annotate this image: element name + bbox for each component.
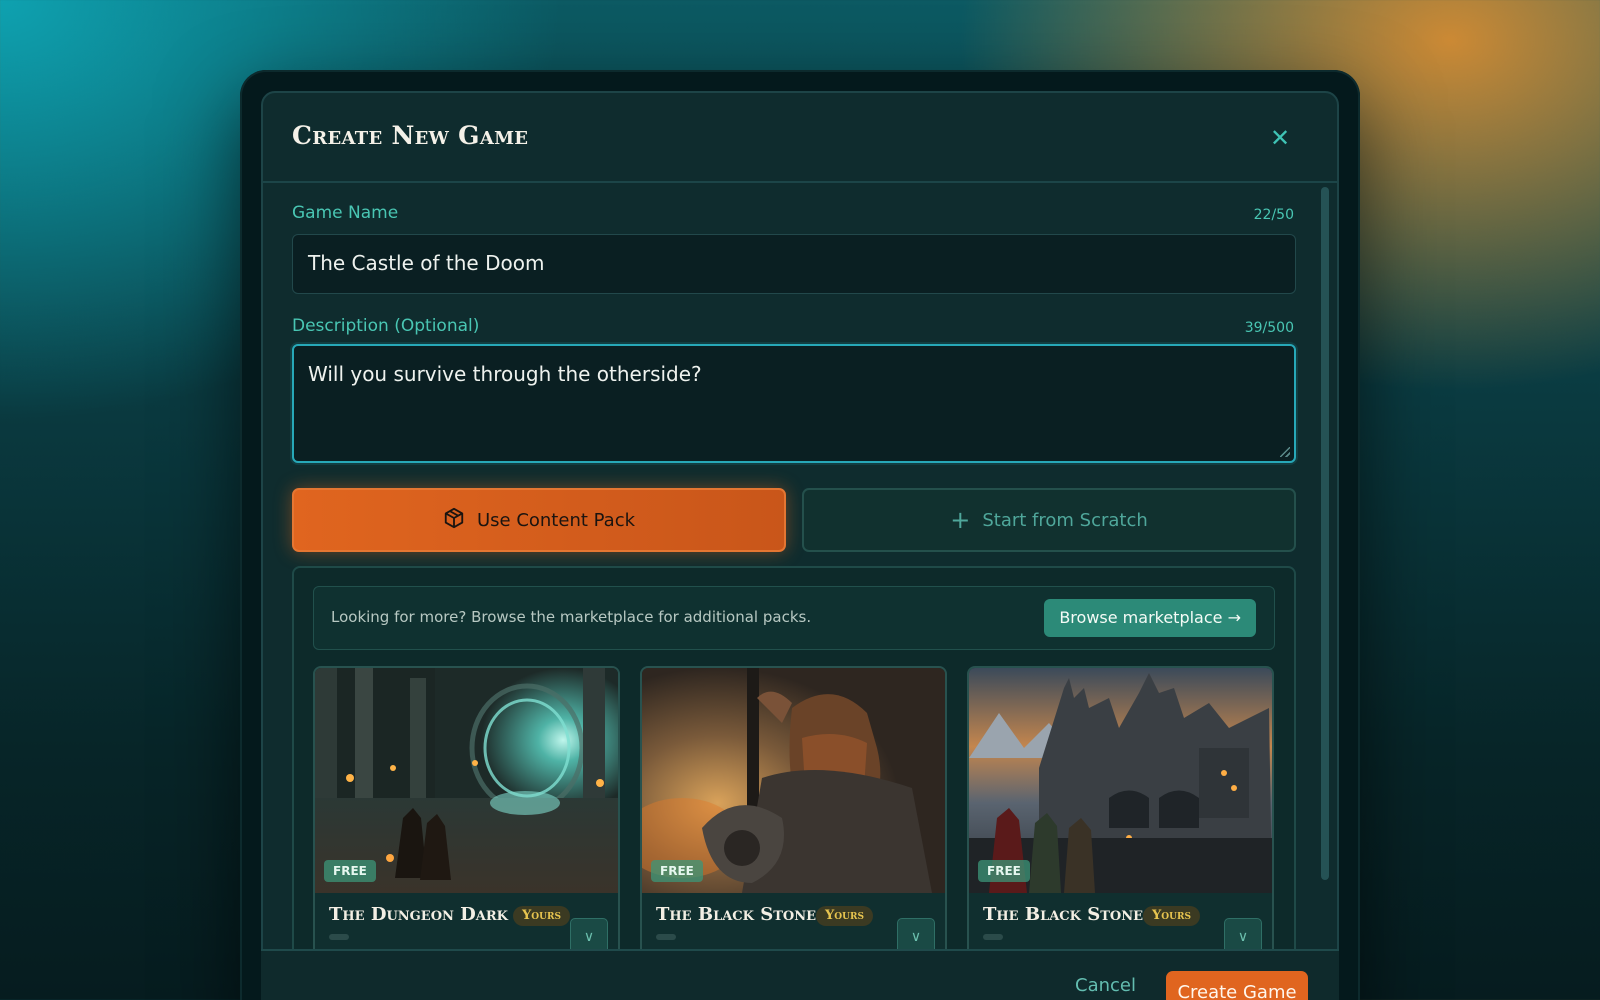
close-icon[interactable]: ✕ xyxy=(1267,125,1293,151)
pack-title: The Black Stone xyxy=(983,904,1143,925)
browse-marketplace-button[interactable]: Browse marketplace → xyxy=(1044,599,1256,637)
marketplace-text: Looking for more? Browse the marketplace… xyxy=(331,608,812,626)
pack-subtitle-placeholder xyxy=(329,934,349,940)
yours-badge: Yours xyxy=(1143,906,1200,926)
use-content-pack-label: Use Content Pack xyxy=(476,509,636,531)
content-pack-panel: Looking for more? Browse the marketplace… xyxy=(292,566,1296,966)
package-icon xyxy=(443,507,465,534)
free-badge: FREE xyxy=(324,860,376,882)
pack-subtitle-placeholder xyxy=(983,934,1003,940)
create-game-dialog: Create New Game ✕ Game Name 22/50 The Ca… xyxy=(261,91,1339,1000)
description-textarea[interactable]: Will you survive through the otherside? xyxy=(292,344,1296,463)
game-name-counter: 22/50 xyxy=(1253,207,1294,223)
description-label: Description (Optional) xyxy=(292,316,480,336)
game-name-input[interactable]: The Castle of the Doom xyxy=(292,234,1296,294)
resize-grip-icon[interactable] xyxy=(1280,447,1290,457)
pack-card-dungeon-dark[interactable]: FREE The Dungeon Dark Yours ∨ xyxy=(313,666,620,966)
yours-badge: Yours xyxy=(513,906,570,926)
pack-subtitle-placeholder xyxy=(656,934,676,940)
start-from-scratch-button[interactable]: + Start from Scratch xyxy=(802,488,1296,552)
free-badge: FREE xyxy=(978,860,1030,882)
dialog-header: Create New Game ✕ xyxy=(263,93,1337,183)
pack-title: The Black Stone xyxy=(656,904,816,925)
free-badge: FREE xyxy=(651,860,703,882)
dialog-title: Create New Game xyxy=(292,121,529,150)
create-game-button[interactable]: Create Game xyxy=(1166,971,1308,1000)
pack-title: The Dungeon Dark xyxy=(329,904,508,925)
yours-badge: Yours xyxy=(816,906,873,926)
cancel-button[interactable]: Cancel xyxy=(1075,975,1136,996)
use-content-pack-button[interactable]: Use Content Pack xyxy=(292,488,786,552)
scrollbar[interactable] xyxy=(1321,187,1329,880)
description-counter: 39/500 xyxy=(1244,320,1294,336)
pack-card-black-stone-2[interactable]: FREE The Black Stone Yours ∨ xyxy=(967,666,1274,966)
description-text: Will you survive through the otherside? xyxy=(308,362,702,386)
pack-card-black-stone-1[interactable]: FREE The Black Stone Yours ∨ xyxy=(640,666,947,966)
game-name-label: Game Name xyxy=(292,203,399,223)
plus-icon: + xyxy=(950,506,971,534)
dialog-body[interactable]: Game Name 22/50 The Castle of the Doom D… xyxy=(263,185,1337,1000)
marketplace-banner: Looking for more? Browse the marketplace… xyxy=(313,586,1275,650)
dialog-footer: Cancel Create Game xyxy=(261,949,1339,1000)
start-from-scratch-label: Start from Scratch xyxy=(982,509,1148,531)
